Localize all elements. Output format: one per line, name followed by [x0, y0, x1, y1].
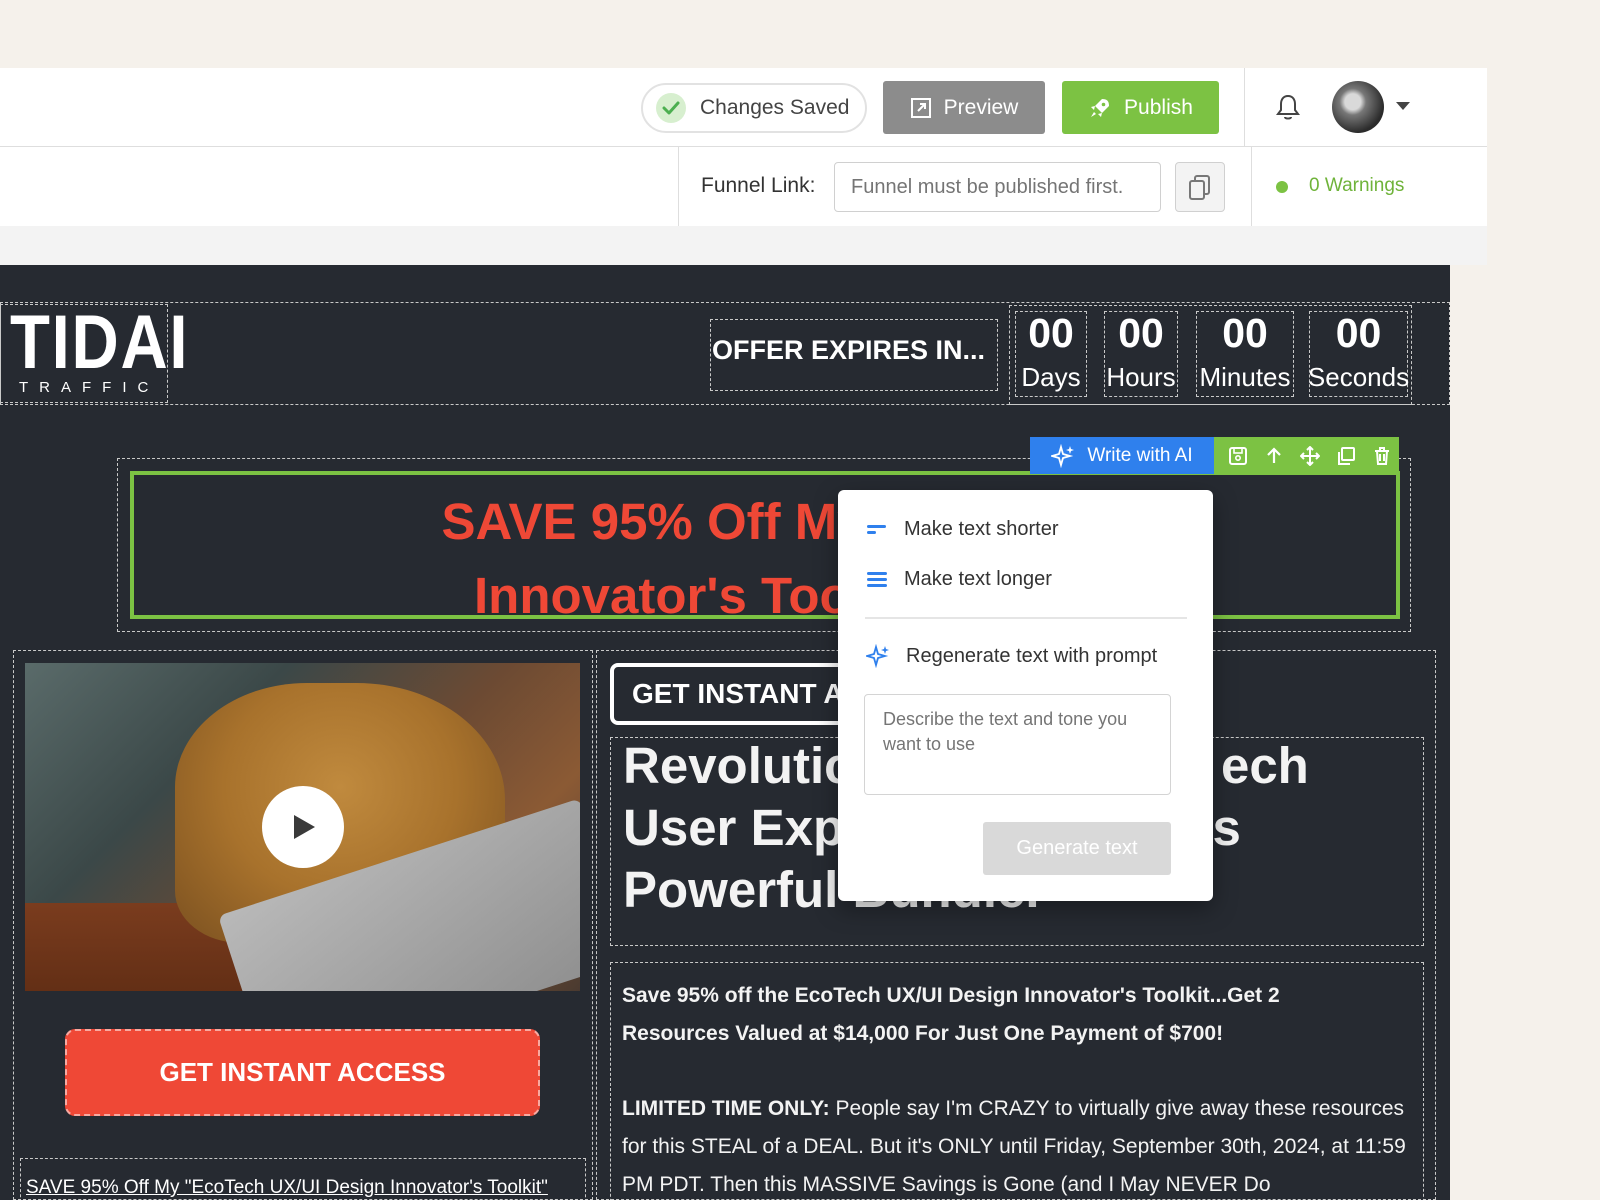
warning-status-dot: [1276, 181, 1288, 193]
avatar[interactable]: [1332, 81, 1384, 133]
logo: TIDAI TRAFFIC: [10, 300, 218, 397]
make-text-longer-label: Make text longer: [904, 568, 1052, 590]
countdown-days-value: 00: [1028, 310, 1074, 356]
publish-label: Publish: [1124, 95, 1193, 119]
offer-expires-text: OFFER EXPIRES IN...: [712, 335, 986, 365]
write-with-ai-label: Write with AI: [1087, 444, 1193, 466]
regenerate-label: Regenerate text with prompt: [906, 644, 1158, 667]
sparkle-icon: [1051, 443, 1075, 468]
make-text-shorter-label: Make text shorter: [904, 518, 1059, 540]
funnel-bar: Funnel Link: 0 Warnings: [0, 147, 1487, 226]
limited-time-text: LIMITED TIME ONLY: People say I'm CRAZY …: [622, 1090, 1417, 1200]
regenerate-with-prompt-option[interactable]: Regenerate text with prompt: [866, 644, 1157, 668]
prompt-input[interactable]: [864, 694, 1171, 795]
top-header: Changes Saved Preview Publish: [0, 68, 1487, 147]
countdown-seconds-value: 00: [1335, 310, 1382, 356]
publish-button[interactable]: Publish: [1062, 81, 1219, 134]
divider: [678, 147, 679, 226]
generate-text-button[interactable]: Generate text: [983, 822, 1171, 875]
external-link-icon: [910, 97, 931, 118]
play-icon: [294, 815, 315, 839]
divider: [1244, 68, 1245, 147]
warnings-link[interactable]: 0 Warnings: [1309, 175, 1404, 197]
funnel-link-input[interactable]: [834, 162, 1161, 212]
get-instant-access-button[interactable]: GET INSTANT ACCESS: [65, 1029, 540, 1116]
canvas-margin: [0, 226, 1487, 265]
divider: [1251, 147, 1252, 226]
duplicate-icon[interactable]: [1336, 446, 1356, 466]
write-with-ai-button[interactable]: Write with AI: [1030, 437, 1214, 474]
rocket-icon: [1091, 98, 1110, 117]
countdown-hours-value: 00: [1118, 310, 1164, 356]
short-lines-icon: [867, 524, 886, 534]
play-button[interactable]: [262, 786, 344, 868]
countdown-days-label: Days: [1021, 362, 1081, 392]
move-icon[interactable]: [1300, 445, 1320, 466]
countdown-seconds-label: Seconds: [1307, 362, 1410, 392]
countdown-hours-label: Hours: [1106, 362, 1176, 392]
menu-divider: [865, 617, 1187, 619]
make-text-longer-option[interactable]: Make text longer: [866, 568, 1052, 591]
long-lines-icon: [867, 571, 887, 587]
status-text: Changes Saved: [700, 96, 850, 119]
logo-main-text: TIDAI: [10, 300, 190, 385]
limited-time-label: LIMITED TIME ONLY:: [622, 1097, 830, 1120]
save-icon[interactable]: [1228, 446, 1248, 466]
countdown-minutes-value: 00: [1222, 310, 1268, 356]
offer-link[interactable]: SAVE 95% Off My "EcoTech UX/UI Design In…: [26, 1177, 548, 1199]
copy-icon: [1189, 175, 1210, 200]
get-instant-access-outline-button[interactable]: GET INSTANT AC: [610, 663, 870, 725]
bell-icon[interactable]: [1275, 93, 1301, 126]
copy-button[interactable]: [1175, 162, 1225, 212]
trash-icon[interactable]: [1372, 446, 1392, 466]
page-canvas: TIDAI TRAFFIC OFFER EXPIRES IN... 00 Day…: [0, 265, 1450, 1200]
preview-button[interactable]: Preview: [883, 81, 1045, 134]
write-with-ai-menu: Make text shorter Make text longer Regen…: [838, 490, 1213, 901]
preview-label: Preview: [943, 95, 1019, 119]
check-icon: [656, 93, 686, 123]
countdown-minutes-label: Minutes: [1199, 362, 1291, 392]
chevron-down-icon[interactable]: [1396, 102, 1410, 110]
funnel-link-label: Funnel Link:: [701, 174, 816, 197]
element-toolbar: Write with AI: [1030, 437, 1399, 474]
arrow-up-icon[interactable]: [1264, 446, 1284, 466]
offer-summary-text: Save 95% off the EcoTech UX/UI Design In…: [622, 984, 1280, 1045]
sparkle-icon: [866, 644, 889, 668]
make-text-shorter-option[interactable]: Make text shorter: [866, 518, 1059, 541]
changes-saved-badge: Changes Saved: [641, 83, 867, 133]
